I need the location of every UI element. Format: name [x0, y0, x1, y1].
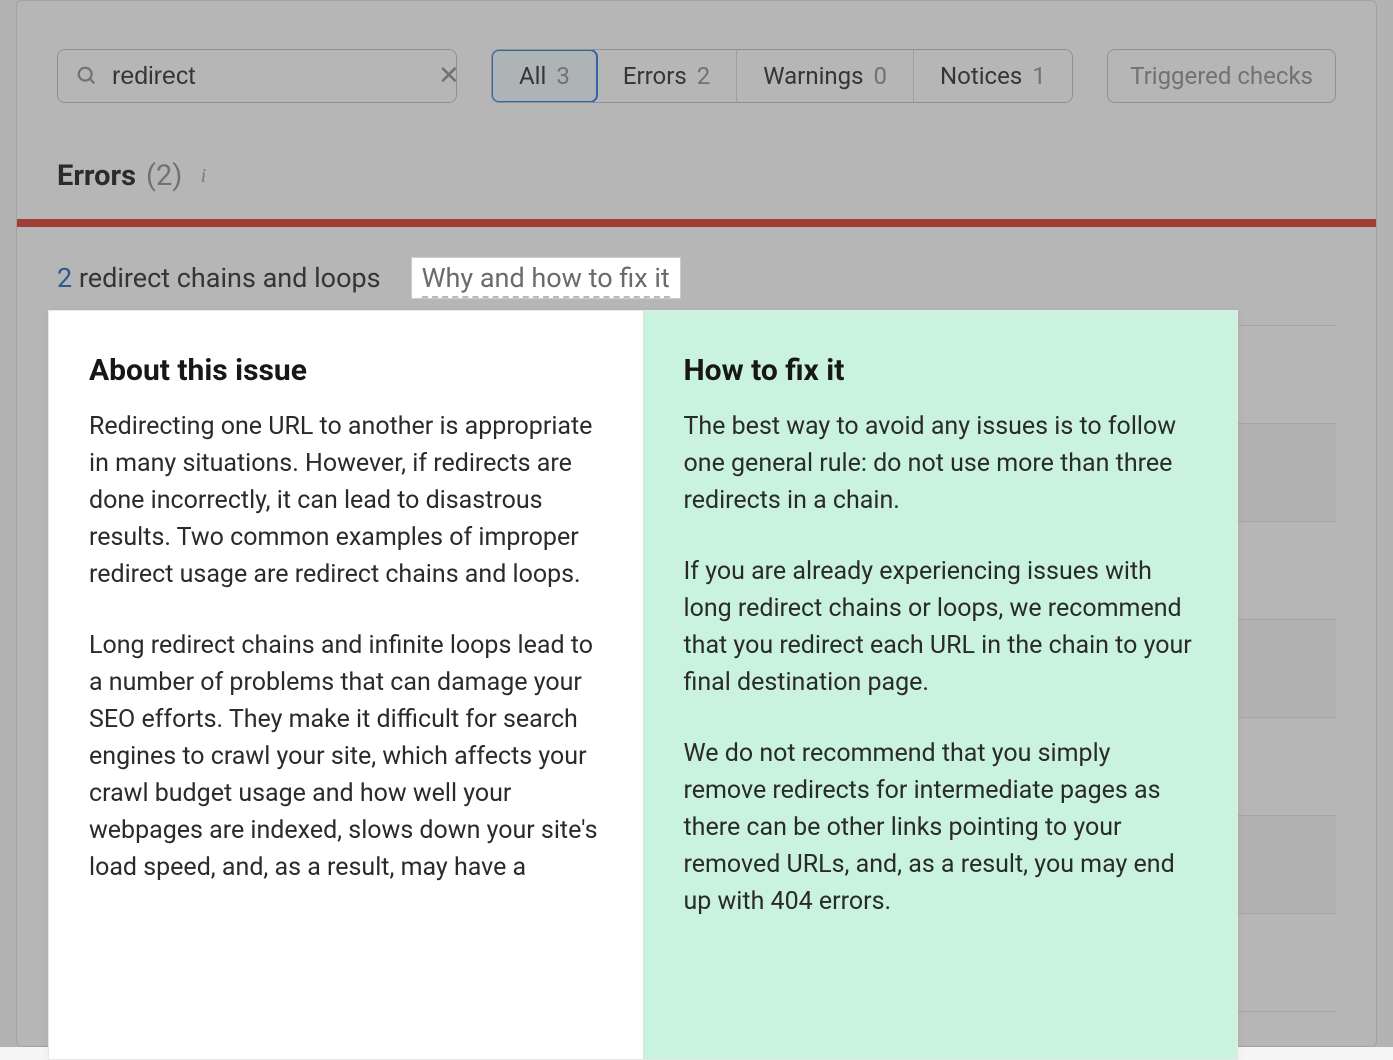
fix-link-box[interactable]: Why and how to fix it: [411, 257, 681, 299]
fix-paragraph: The best way to avoid any issues is to f…: [684, 408, 1198, 519]
fix-column: How to fix it The best way to avoid any …: [644, 311, 1238, 1059]
issue-help-popover: About this issue Redirecting one URL to …: [48, 310, 1238, 1060]
fix-paragraph: We do not recommend that you simply remo…: [684, 735, 1198, 920]
fix-link: Why and how to fix it: [422, 262, 670, 298]
fix-paragraph: If you are already experiencing issues w…: [684, 553, 1198, 701]
about-heading: About this issue: [89, 353, 603, 388]
about-paragraph: Redirecting one URL to another is approp…: [89, 408, 603, 593]
fix-heading: How to fix it: [684, 353, 1198, 388]
about-column: About this issue Redirecting one URL to …: [49, 311, 644, 1059]
about-paragraph: Long redirect chains and infinite loops …: [89, 627, 603, 886]
